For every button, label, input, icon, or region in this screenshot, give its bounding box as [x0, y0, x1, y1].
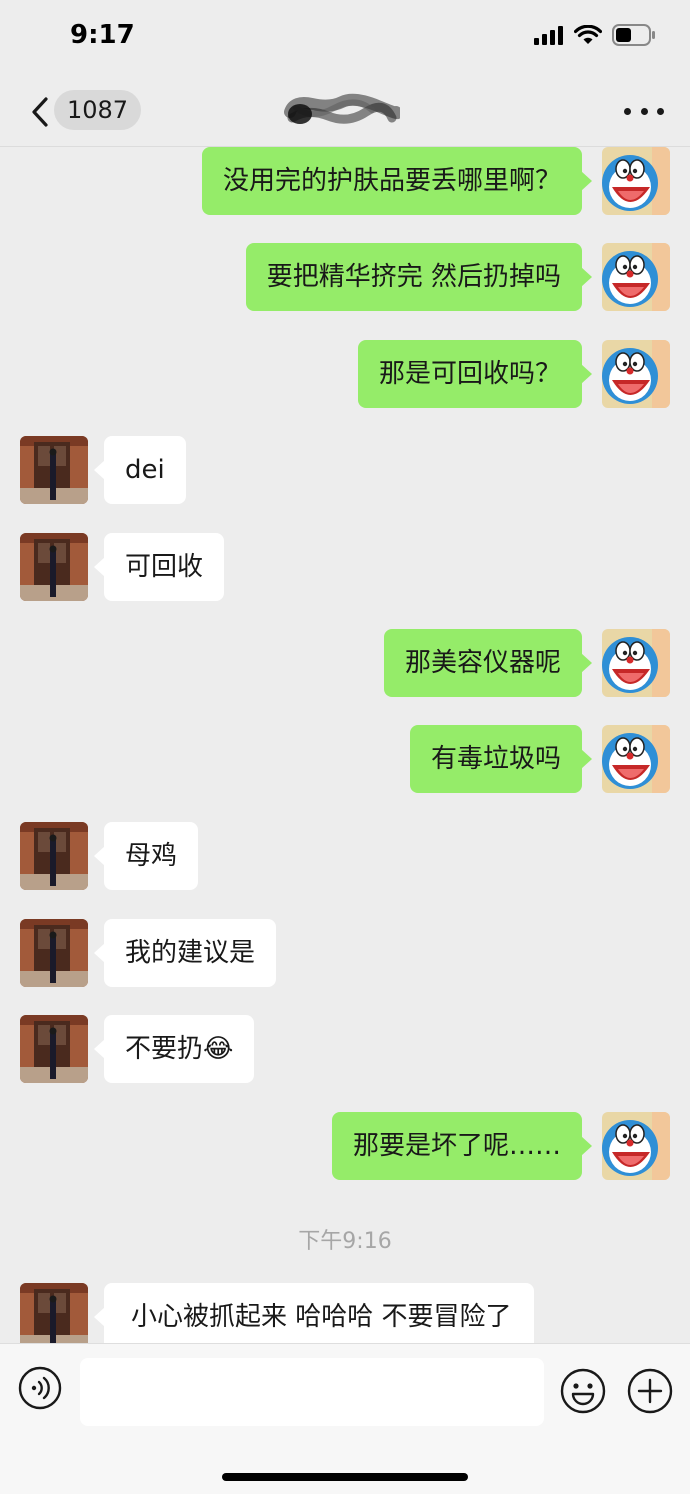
incoming-message: 可回收: [0, 533, 690, 601]
incoming-message: 小心被抓起来 哈哈哈 不要冒险了: [0, 1283, 690, 1343]
my-avatar[interactable]: [602, 340, 670, 408]
message-bubble[interactable]: 小心被抓起来 哈哈哈 不要冒险了: [94, 1283, 534, 1343]
unread-count-badge[interactable]: 1087: [54, 90, 142, 130]
battery-icon: [612, 24, 655, 46]
message-bubble[interactable]: 我的建议是: [93, 919, 277, 987]
cartoon-cat-avatar-image: [602, 725, 670, 793]
my-avatar[interactable]: [602, 629, 670, 697]
contact-avatar[interactable]: [20, 436, 88, 504]
message-bubble[interactable]: 有毒垃圾吗: [409, 725, 593, 793]
contact-photo-avatar-image: [20, 1015, 88, 1083]
cartoon-cat-avatar-image: [602, 147, 670, 215]
wifi-icon: [574, 25, 602, 44]
voice-icon: [18, 1366, 62, 1410]
outgoing-message: 那美容仪器呢: [0, 629, 690, 697]
my-avatar[interactable]: [602, 147, 670, 215]
outgoing-message: 那是可回收吗？: [0, 340, 690, 408]
message-bubble[interactable]: 没用完的护肤品要丢哪里啊？: [201, 147, 593, 215]
more-dot: [657, 107, 664, 115]
home-indicator[interactable]: [222, 1473, 468, 1481]
contact-photo-avatar-image: [20, 1283, 88, 1343]
chevron-left-icon: [32, 97, 48, 127]
incoming-message: 不要扔😂: [0, 1015, 690, 1083]
outgoing-message: 有毒垃圾吗: [0, 725, 690, 793]
message-list[interactable]: 没用完的护肤品要丢哪里啊？ 要把精华挤完 然后扔掉吗 那是可回收吗？ dei 可…: [0, 147, 690, 1343]
message-bubble[interactable]: 那要是坏了呢……: [331, 1112, 593, 1180]
message-bubble[interactable]: dei: [94, 436, 186, 504]
contact-photo-avatar-image: [20, 436, 88, 504]
status-icons: [534, 24, 656, 46]
message-bubble[interactable]: 那是可回收吗？: [357, 340, 593, 408]
cartoon-cat-avatar-image: [602, 340, 670, 408]
cartoon-cat-avatar-image: [602, 1112, 670, 1180]
contact-photo-avatar-image: [20, 533, 88, 601]
message-bubble[interactable]: 不要扔😂: [93, 1015, 255, 1083]
plus-button[interactable]: [627, 1368, 673, 1414]
incoming-message: dei: [0, 436, 690, 504]
contact-avatar[interactable]: [20, 919, 88, 987]
emoji-icon: [560, 1368, 606, 1414]
my-avatar[interactable]: [602, 725, 670, 793]
message-bubble[interactable]: 母鸡: [93, 822, 199, 890]
status-time: 9:17: [70, 20, 135, 50]
status-bar: 9:17: [0, 0, 690, 76]
contact-photo-avatar-image: [20, 919, 88, 987]
cellular-signal-icon: [534, 26, 563, 45]
redacted-chat-title: [284, 93, 400, 124]
plus-icon: [627, 1368, 673, 1414]
message-bubble[interactable]: 要把精华挤完 然后扔掉吗: [245, 243, 593, 311]
more-button[interactable]: [624, 98, 664, 124]
incoming-message: 母鸡: [0, 822, 690, 890]
contact-avatar[interactable]: [20, 1015, 88, 1083]
my-avatar[interactable]: [602, 1112, 670, 1180]
more-dot: [624, 107, 631, 115]
outgoing-message: 没用完的护肤品要丢哪里啊？: [0, 147, 690, 215]
chat-header: 1087: [0, 76, 690, 147]
contact-avatar[interactable]: [20, 822, 88, 890]
outgoing-message: 那要是坏了呢……: [0, 1112, 690, 1180]
emoji-button[interactable]: [560, 1368, 606, 1414]
contact-avatar[interactable]: [20, 1283, 88, 1343]
message-bubble[interactable]: 那美容仪器呢: [383, 629, 593, 697]
my-avatar[interactable]: [602, 243, 670, 311]
message-input[interactable]: [80, 1358, 544, 1426]
more-dot: [640, 107, 648, 115]
outgoing-message: 要把精华挤完 然后扔掉吗: [0, 243, 690, 311]
cartoon-cat-avatar-image: [602, 629, 670, 697]
message-bubble[interactable]: 可回收: [93, 533, 225, 601]
message-timestamp: 下午9:16: [298, 1229, 392, 1254]
input-bar: [0, 1343, 690, 1494]
contact-avatar[interactable]: [20, 533, 88, 601]
cartoon-cat-avatar-image: [602, 243, 670, 311]
incoming-message: 我的建议是: [0, 919, 690, 987]
voice-button[interactable]: [18, 1366, 62, 1410]
contact-photo-avatar-image: [20, 822, 88, 890]
